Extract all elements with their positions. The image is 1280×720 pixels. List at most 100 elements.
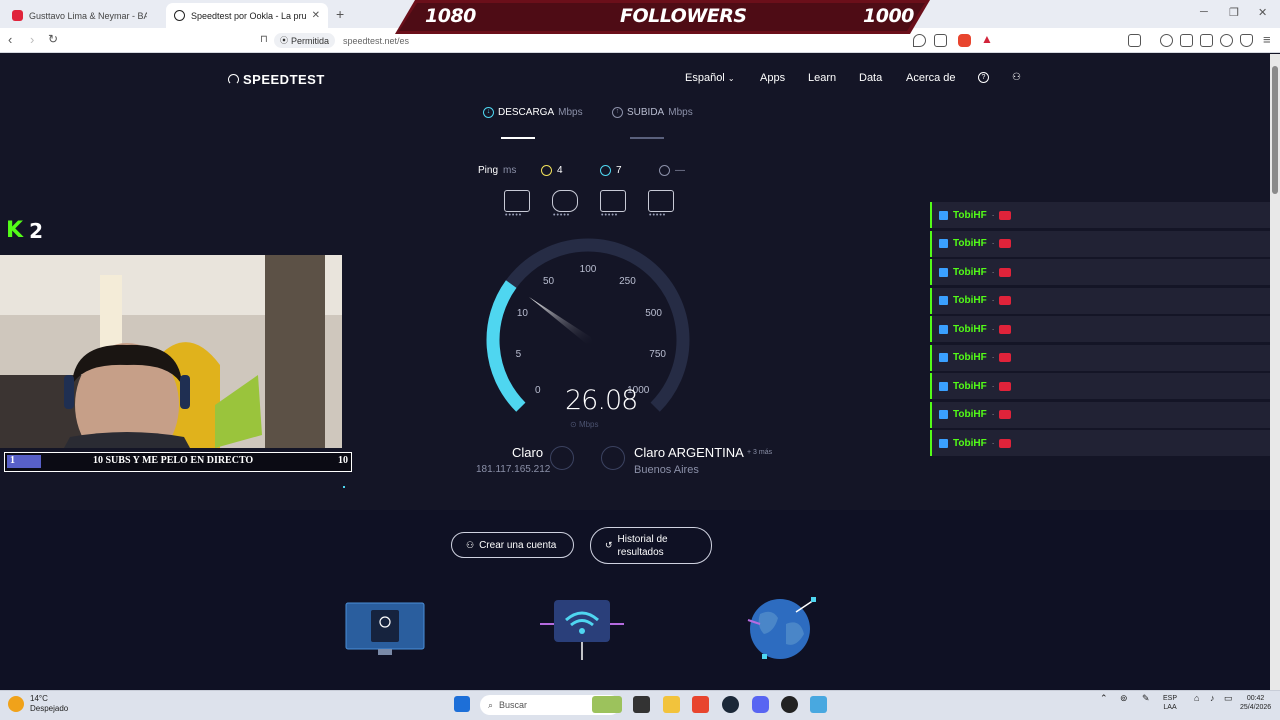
extensions-icon[interactable]	[1220, 34, 1233, 47]
sidebar-icon[interactable]	[1180, 34, 1193, 47]
gauge-tick-labels: 0510501002505007501000	[516, 264, 667, 396]
site-permission-chip[interactable]: ⦿ Permitida	[274, 33, 336, 48]
bookmark-icon[interactable]: ⊓	[260, 34, 268, 45]
brave-rewards-icon[interactable]: ▲	[981, 32, 993, 46]
download-unit: Mbps	[558, 107, 583, 118]
vpn-shield-icon[interactable]	[1240, 34, 1253, 47]
ping-label-group: Ping ms	[478, 165, 516, 176]
chat-message: TobiHF ·	[930, 259, 1270, 285]
nav-language[interactable]: Español ⌄	[685, 72, 735, 84]
account-icon[interactable]: ⚇	[1012, 72, 1021, 83]
ping-upload-value: —	[675, 165, 685, 176]
brave-shield-icon[interactable]	[958, 34, 971, 47]
close-tab-icon[interactable]: ✕	[312, 10, 320, 21]
chat-badge-icon	[939, 239, 948, 248]
user-icon[interactable]	[550, 446, 574, 470]
tab-upload[interactable]: ↑ SUBIDA Mbps	[612, 107, 693, 118]
gauge-tick-label: 500	[645, 308, 662, 319]
browser-tab-speedtest[interactable]: Speedtest por Ookla - La prueba ✕	[166, 3, 328, 28]
chat-separator: ·	[991, 324, 995, 334]
chat-badge-icon	[939, 353, 948, 362]
server-more[interactable]: + 3 más	[747, 449, 772, 456]
battery-icon[interactable]: ▭	[1224, 694, 1233, 703]
tray-app-icon[interactable]: ⊚	[1120, 694, 1128, 703]
share-icon[interactable]	[934, 34, 947, 47]
chat-username: TobiHF	[953, 295, 987, 306]
tray-pen-icon[interactable]: ✎	[1142, 694, 1150, 703]
chat-separator: ·	[991, 210, 995, 220]
chat-message: TobiHF ·	[930, 230, 1270, 257]
forward-button[interactable]: ›	[30, 32, 34, 47]
kick-logo-icon: K	[6, 218, 24, 243]
chat-emote-icon	[999, 296, 1012, 305]
windows-start-icon[interactable]	[454, 696, 470, 712]
maximize-button[interactable]: ❐	[1229, 6, 1239, 19]
server-name[interactable]: Claro ARGENTINA	[634, 445, 744, 460]
file-explorer-icon[interactable]	[663, 696, 680, 713]
chat-separator: ·	[991, 381, 995, 391]
gaming-rating: •••••	[553, 212, 571, 219]
browsing-icon[interactable]	[504, 190, 530, 212]
globe-icon[interactable]	[601, 446, 625, 470]
nav-data[interactable]: Data	[859, 72, 882, 84]
nav-about[interactable]: Acerca de	[906, 72, 956, 84]
obs-icon[interactable]	[781, 696, 798, 713]
new-tab-button[interactable]: +	[336, 6, 344, 22]
streaming-icon[interactable]	[600, 190, 626, 212]
webcam-feed	[0, 255, 342, 448]
ping-unit: ms	[503, 165, 517, 176]
browser-tab-youtube[interactable]: Gusttavo Lima & Neymar - BALADA	[4, 3, 155, 28]
clock[interactable]: 00:42 25/4/2026	[1240, 694, 1271, 712]
chat-separator: ·	[991, 239, 995, 248]
minimize-button[interactable]: ─	[1200, 6, 1208, 18]
gauge-progress	[486, 280, 526, 412]
create-account-button[interactable]: ⚇ Crear una cuenta	[451, 532, 574, 558]
chat-separator: ·	[991, 296, 995, 305]
task-view-icon[interactable]	[633, 696, 650, 713]
brave-browser-icon[interactable]	[692, 696, 709, 713]
streaming-rating: •••••	[601, 212, 619, 219]
close-window-button[interactable]: ✕	[1258, 6, 1267, 19]
help-icon[interactable]: ?	[978, 72, 989, 83]
app-icon[interactable]	[810, 696, 827, 713]
chat-badge-icon	[939, 438, 948, 448]
nav-learn[interactable]: Learn	[808, 72, 836, 84]
back-button[interactable]: ‹	[8, 32, 12, 47]
logo-text: SPEEDTEST	[243, 72, 325, 87]
volume-icon[interactable]: ♪	[1210, 694, 1215, 703]
youtube-favicon-icon	[12, 10, 23, 21]
ping-idle-value: 4	[557, 165, 563, 176]
chat-separator: ·	[991, 438, 995, 448]
gaming-icon[interactable]	[552, 190, 578, 212]
banner-left-count: 1080	[425, 5, 476, 27]
nav-apps[interactable]: Apps	[760, 72, 785, 84]
chat-badge-icon	[939, 324, 948, 334]
reader-icon[interactable]	[1128, 34, 1141, 47]
steam-icon[interactable]	[722, 696, 739, 713]
tray-chevron-icon[interactable]: ⌃	[1100, 694, 1108, 703]
menu-icon[interactable]: ≡	[1263, 32, 1271, 47]
upload-arrow-icon: ↑	[612, 107, 623, 118]
video-call-icon[interactable]	[648, 190, 674, 212]
reload-button[interactable]: ↻	[48, 32, 58, 46]
discord-icon[interactable]	[752, 696, 769, 713]
chat-emote-icon	[999, 353, 1012, 362]
weather-widget[interactable]: 14°C Despejado	[8, 694, 68, 714]
goal-text: 10 SUBS Y ME PELO EN DIRECTO	[93, 455, 254, 466]
media-icon[interactable]	[1160, 34, 1173, 47]
tab-download[interactable]: ↓ DESCARGA Mbps	[483, 107, 583, 118]
search-highlight-image	[592, 696, 622, 713]
chat-username: TobiHF	[953, 437, 987, 449]
wallet-icon[interactable]	[1200, 34, 1213, 47]
scrollbar-thumb[interactable]	[1272, 66, 1278, 194]
goal-target: 10	[338, 455, 348, 466]
server-city: Buenos Aires	[634, 464, 699, 476]
network-icon[interactable]: ⌂	[1194, 694, 1199, 703]
results-history-button[interactable]: ↺ Historial de resultados	[590, 527, 712, 564]
location-icon[interactable]	[913, 34, 926, 47]
chevron-down-icon: ⌄	[727, 74, 735, 83]
chat-message: TobiHF ·	[930, 401, 1270, 428]
keyboard-language[interactable]: ESP LAA	[1163, 694, 1177, 712]
kick-viewer-counter: K 2	[6, 218, 43, 243]
speedtest-logo[interactable]: SPEEDTEST	[228, 72, 325, 87]
